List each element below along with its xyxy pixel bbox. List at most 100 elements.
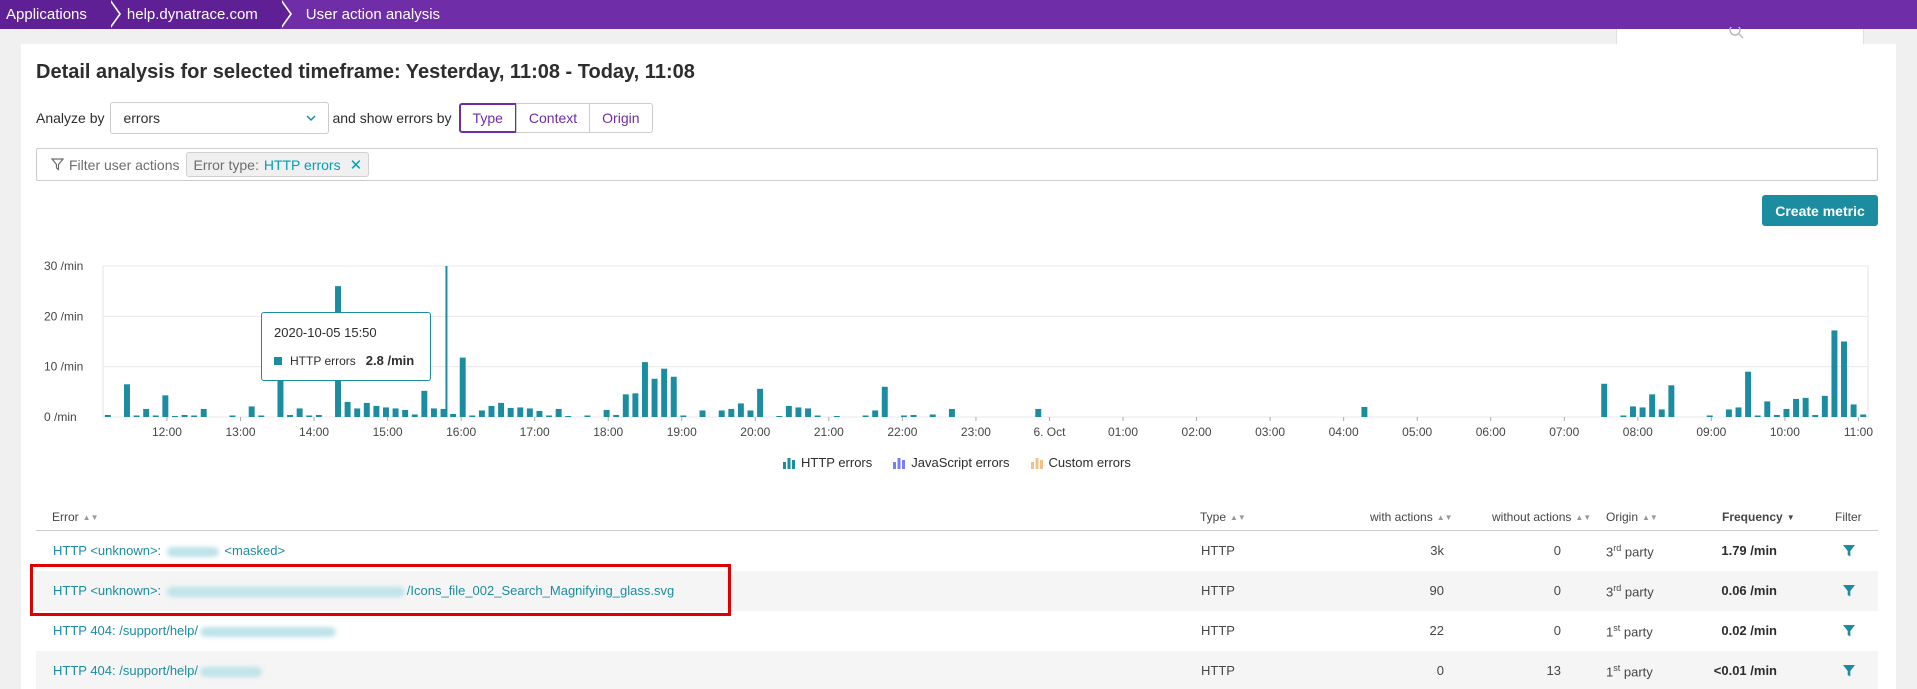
breadcrumb: Applications help.dynatrace.com User act… <box>0 0 1917 29</box>
legend-http-errors[interactable]: HTTP errors <box>782 455 872 470</box>
table-row[interactable]: HTTP 404: /support/help/ HTTP 0 13 1st p… <box>36 651 1878 689</box>
column-filter: Filter <box>1835 510 1862 524</box>
filter-placeholder: Filter user actions <box>69 156 180 173</box>
origin-button[interactable]: Origin <box>589 103 653 133</box>
error-type: HTTP <box>1201 663 1235 678</box>
column-without-actions[interactable]: without actions ▲▼ <box>1492 510 1591 524</box>
analyze-by-select[interactable]: errors <box>110 102 330 134</box>
legend-javascript-errors[interactable]: JavaScript errors <box>892 455 1010 470</box>
tooltip-value: 2.8 /min <box>365 353 415 368</box>
column-label: without actions <box>1492 510 1572 524</box>
chevron-down-icon <box>306 115 317 122</box>
column-label: Type <box>1200 510 1227 524</box>
with-actions-count: 22 <box>1429 623 1444 638</box>
bar-chart-icon <box>893 457 906 469</box>
table-header: Error ▲▼ Type ▲▼ with actions ▲▼ without ac… <box>36 504 1878 531</box>
filter-chip-value: HTTP errors <box>263 156 341 173</box>
legend-custom-errors[interactable]: Custom errors <box>1030 455 1131 470</box>
chart-legend: HTTP errors JavaScript errors Custom err… <box>782 455 1151 470</box>
error-type: HTTP <box>1201 623 1235 638</box>
sort-icon: ▲▼ <box>82 512 99 522</box>
frequency: 0.02 /min <box>1721 623 1777 638</box>
column-with-actions[interactable]: with actions ▲▼ <box>1370 510 1453 524</box>
table-row[interactable]: HTTP <unknown>: /Icons_file_002_Search_M… <box>36 571 1878 611</box>
breadcrumb-applications[interactable]: Applications <box>0 0 121 29</box>
sort-icon: ▲▼ <box>1575 512 1592 522</box>
filter-chip-key: Error type: <box>193 156 259 173</box>
column-label: Frequency <box>1722 510 1783 524</box>
bar-chart-icon <box>1030 457 1043 469</box>
masked-text <box>166 586 405 597</box>
column-label: Error <box>52 510 79 524</box>
column-error[interactable]: Error ▲▼ <box>52 510 99 524</box>
tooltip-series: HTTP errors <box>290 353 356 368</box>
analyze-controls: Analyze by errors and show errors by Typ… <box>36 102 653 134</box>
context-button[interactable]: Context <box>515 103 591 133</box>
sort-icon: ▲▼ <box>1436 512 1453 522</box>
type-button[interactable]: Type <box>458 103 517 133</box>
error-name[interactable]: HTTP <unknown>: <masked> <box>53 543 285 558</box>
analyze-by-value: errors <box>123 110 161 126</box>
search-tab[interactable] <box>1616 27 1864 45</box>
magnifier-icon <box>1729 27 1744 39</box>
filter-icon[interactable] <box>1842 664 1856 678</box>
error-name[interactable]: HTTP 404: /support/help/ <box>53 663 264 678</box>
without-actions-count: 13 <box>1546 663 1561 678</box>
without-actions-count: 0 <box>1553 623 1561 638</box>
legend-label: Custom errors <box>1048 455 1131 470</box>
frequency: <0.01 /min <box>1713 663 1777 678</box>
frequency: 0.06 /min <box>1721 583 1777 598</box>
filter-icon[interactable] <box>1842 544 1856 558</box>
column-label: with actions <box>1370 510 1433 524</box>
sort-desc-icon: ▼ <box>1786 512 1795 522</box>
filter-icon <box>51 158 64 171</box>
masked-text <box>200 666 263 677</box>
breadcrumb-current-page: User action analysis <box>305 6 441 23</box>
table-row[interactable]: HTTP <unknown>: <masked> HTTP 3k 0 3rd p… <box>36 531 1878 571</box>
origin: 1st party <box>1606 623 1653 640</box>
frequency: 1.79 /min <box>1721 543 1777 558</box>
without-actions-count: 0 <box>1553 543 1561 558</box>
bar-chart-icon <box>783 457 795 469</box>
sort-icon: ▲▼ <box>1230 512 1246 522</box>
error-type: HTTP <box>1201 543 1235 558</box>
error-prefix: HTTP <unknown>: <box>53 583 162 598</box>
create-metric-button[interactable]: Create metric <box>1762 195 1878 226</box>
error-name[interactable]: HTTP <unknown>: /Icons_file_002_Search_M… <box>53 583 674 598</box>
column-origin[interactable]: Origin ▲▼ <box>1606 510 1658 524</box>
error-prefix: HTTP <unknown>: <box>53 543 162 558</box>
error-type: HTTP <box>1201 583 1235 598</box>
origin: 3rd party <box>1606 583 1654 600</box>
filter-chip[interactable]: Error type: HTTP errors ✕ <box>186 152 370 177</box>
without-actions-count: 0 <box>1553 583 1561 598</box>
origin: 1st party <box>1606 663 1653 680</box>
with-actions-count: 3k <box>1430 543 1444 558</box>
legend-label: HTTP errors <box>801 455 873 470</box>
table-row[interactable]: HTTP 404: /support/help/ HTTP 22 0 1st p… <box>36 611 1878 651</box>
masked-text <box>200 626 337 637</box>
with-actions-count: 0 <box>1436 663 1444 678</box>
remove-filter-icon[interactable]: ✕ <box>350 156 363 174</box>
column-label: Filter <box>1835 510 1862 524</box>
sort-icon: ▲▼ <box>1642 512 1658 522</box>
error-name[interactable]: HTTP 404: /support/help/ <box>53 623 338 638</box>
masked-text <box>166 546 219 557</box>
filter-icon[interactable] <box>1842 584 1856 598</box>
error-grouping-toggle: Type Context Origin <box>458 103 653 133</box>
filter-icon[interactable] <box>1842 624 1856 638</box>
error-prefix: HTTP 404: /support/help/ <box>53 663 199 678</box>
column-type[interactable]: Type ▲▼ <box>1200 510 1246 524</box>
legend-label: JavaScript errors <box>911 455 1010 470</box>
analyze-by-label: Analyze by <box>36 110 105 126</box>
column-label: Origin <box>1606 510 1639 524</box>
tooltip-date: 2020-10-05 15:50 <box>274 325 377 340</box>
filter-bar[interactable]: Filter user actions Error type: HTTP err… <box>36 148 1878 181</box>
chart-tooltip: 2020-10-05 15:50 HTTP errors 2.8 /min <box>261 312 431 381</box>
origin: 3rd party <box>1606 543 1654 560</box>
column-frequency[interactable]: Frequency ▼ <box>1722 510 1795 524</box>
error-suffix: <masked> <box>224 543 286 558</box>
page-title: Detail analysis for selected timeframe: … <box>36 61 695 83</box>
error-prefix: HTTP 404: /support/help/ <box>53 623 199 638</box>
with-actions-count: 90 <box>1429 583 1444 598</box>
breadcrumb-application[interactable]: help.dynatrace.com <box>108 0 292 29</box>
